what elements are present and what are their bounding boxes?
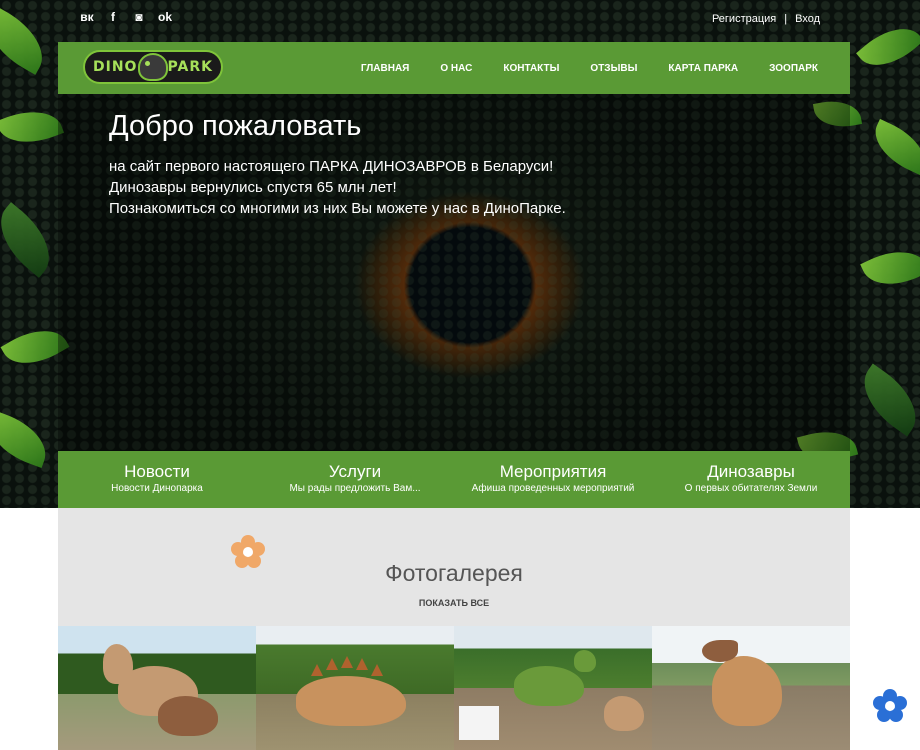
auth-separator: | — [784, 13, 788, 25]
nav-menu: ГЛАВНАЯ О НАС КОНТАКТЫ ОТЗЫВЫ КАРТА ПАРК… — [330, 42, 818, 94]
show-all-wrapper: ПОКАЗАТЬ ВСЕ — [58, 598, 850, 608]
nav-item-park-map[interactable]: КАРТА ПАРКА — [668, 63, 738, 74]
odnoklassniki-icon[interactable]: ok — [158, 10, 172, 24]
feature-title: Динозавры — [707, 462, 795, 481]
feature-bar: Новости Новости Динопарка Услуги Мы рады… — [58, 451, 850, 508]
dino-figure — [103, 644, 133, 684]
dinopark-logo[interactable]: DINO PARK — [83, 50, 223, 84]
vk-icon[interactable]: вк — [80, 10, 94, 24]
dino-figure — [702, 640, 738, 662]
feature-title: Услуги — [328, 462, 382, 481]
gallery-photos — [58, 626, 850, 750]
hero-line: на сайт первого настоящего ПАРКА ДИНОЗАВ… — [109, 158, 554, 175]
dino-spike — [326, 658, 338, 670]
feature-title: Новости — [124, 462, 190, 481]
auth-links: Регистрация | Вход — [712, 13, 820, 25]
dino-figure — [574, 650, 596, 672]
floating-flower-icon[interactable] — [872, 688, 908, 724]
info-sign — [459, 706, 499, 740]
hero-banner: Добро пожаловать на сайт первого настоящ… — [58, 94, 850, 451]
nav-item-about[interactable]: О НАС — [440, 63, 472, 74]
feature-dinosaurs[interactable]: Динозавры О первых обитателях Земли — [652, 451, 850, 508]
logo-text-left: DINO — [93, 59, 138, 75]
login-link[interactable]: Вход — [795, 13, 820, 25]
logo-text-right: PARK — [167, 59, 213, 75]
dino-figure — [604, 696, 644, 731]
dino-spike — [341, 656, 353, 668]
feature-subtitle: Мы рады предложить Вам... — [289, 483, 421, 494]
nav-item-reviews[interactable]: ОТЗЫВЫ — [590, 63, 637, 74]
nav-item-home[interactable]: ГЛАВНАЯ — [361, 63, 410, 74]
feature-services[interactable]: Услуги Мы рады предложить Вам... — [256, 451, 454, 508]
gallery-header: Фотогалерея ПОКАЗАТЬ ВСЕ — [58, 508, 850, 626]
facebook-icon[interactable]: f — [106, 10, 120, 24]
feature-news[interactable]: Новости Новости Динопарка — [58, 451, 256, 508]
dino-head-icon — [137, 53, 168, 81]
hero-title: Добро пожаловать — [109, 110, 362, 142]
gallery-photo-3[interactable] — [454, 626, 652, 750]
gallery-photo-2[interactable] — [256, 626, 454, 750]
top-bar: вк f ◙ ok Регистрация | Вход — [80, 10, 820, 30]
dino-figure — [296, 676, 406, 726]
social-links: вк f ◙ ok — [80, 10, 172, 24]
feature-subtitle: Новости Динопарка — [111, 483, 203, 494]
gallery-title: Фотогалерея — [385, 560, 523, 586]
gallery-photo-1[interactable] — [58, 626, 256, 750]
feature-events[interactable]: Мероприятия Афиша проведенных мероприяти… — [454, 451, 652, 508]
feature-subtitle: О первых обитателях Земли — [684, 483, 818, 494]
dino-figure — [712, 656, 782, 726]
dino-spike — [356, 658, 368, 670]
show-all-link[interactable]: ПОКАЗАТЬ ВСЕ — [419, 598, 489, 608]
hero-line: Познакомиться со многими из них Вы может… — [109, 200, 566, 217]
instagram-icon[interactable]: ◙ — [132, 10, 146, 24]
nav-item-contacts[interactable]: КОНТАКТЫ — [503, 63, 559, 74]
dino-figure — [514, 666, 584, 706]
hero-line: Динозавры вернулись спустя 65 млн лет! — [109, 179, 397, 196]
dino-figure — [158, 696, 218, 736]
main-navbar: DINO PARK ГЛАВНАЯ О НАС КОНТАКТЫ ОТЗЫВЫ … — [58, 42, 850, 94]
hero-text: на сайт первого настоящего ПАРКА ДИНОЗАВ… — [109, 156, 566, 219]
nav-item-zoo[interactable]: ЗООПАРК — [769, 63, 818, 74]
feature-subtitle: Афиша проведенных мероприятий — [471, 483, 635, 494]
feature-title: Мероприятия — [499, 462, 607, 481]
gallery-photo-4[interactable] — [652, 626, 850, 750]
dino-spike — [371, 664, 383, 676]
dino-spike — [311, 664, 323, 676]
register-link[interactable]: Регистрация — [712, 13, 776, 25]
